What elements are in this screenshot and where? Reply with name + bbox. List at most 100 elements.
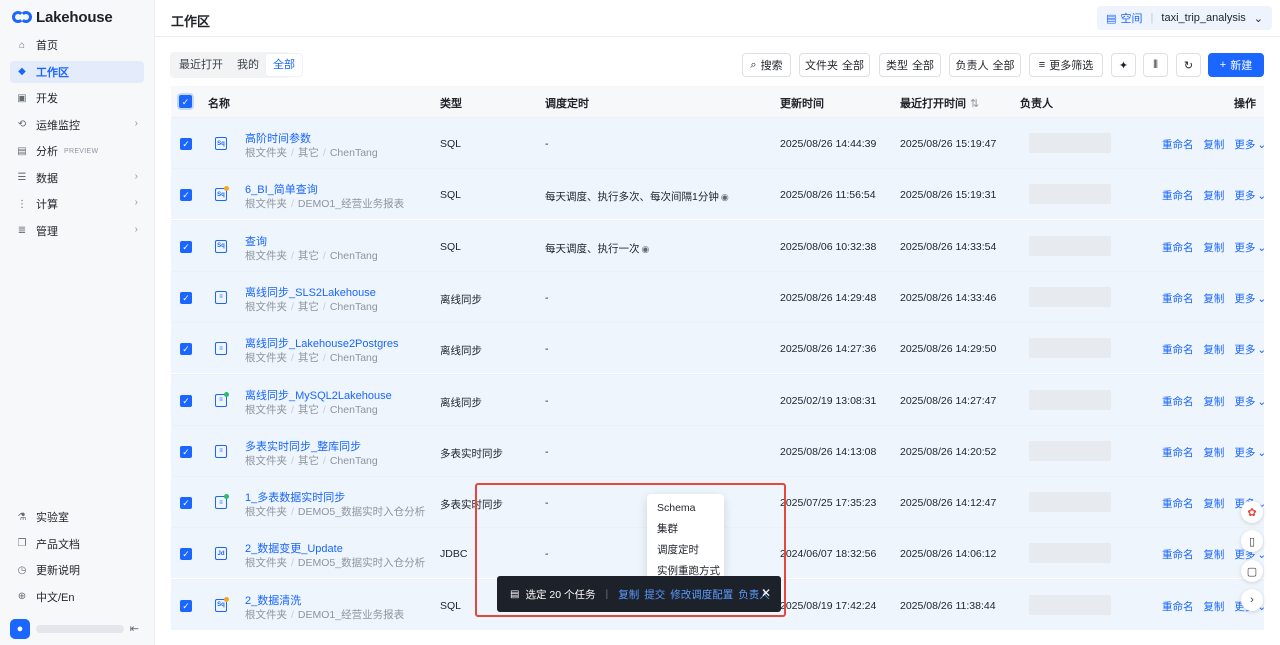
chevron-down-icon[interactable]: ⌄ [1257, 139, 1266, 151]
workspace-selector[interactable]: ▤ 空间 | taxi_trip_analysis ⌄ [1097, 6, 1272, 30]
menu-item-cluster[interactable]: 集群 [647, 519, 724, 540]
copy-link[interactable]: 复制 [1203, 344, 1224, 356]
owner-filter[interactable]: 负责人 全部 [949, 53, 1021, 77]
menu-item-schema[interactable]: Schema [647, 498, 724, 519]
more-link[interactable]: 更多 [1234, 396, 1255, 408]
more-link[interactable]: 更多 [1234, 293, 1255, 305]
rename-link[interactable]: 重命名 [1162, 601, 1194, 613]
rename-link[interactable]: 重命名 [1162, 190, 1194, 202]
task-name-link[interactable]: 查询 [245, 233, 267, 249]
row-checkbox[interactable]: ✓ [180, 599, 192, 612]
sidebar-item-home[interactable]: ⌂ 首页 [10, 34, 144, 56]
table-row[interactable]: ✓ ≡ 离线同步_SLS2Lakehouse 根文件夹 / 其它 / ChenTang … [171, 270, 1266, 322]
row-checkbox[interactable]: ✓ [180, 548, 192, 561]
row-checkbox[interactable]: ✓ [180, 343, 192, 356]
tab-all[interactable]: 全部 [266, 54, 302, 76]
chevron-down-icon[interactable]: ⌄ [1257, 447, 1266, 459]
rename-link[interactable]: 重命名 [1162, 498, 1194, 510]
column-opened[interactable]: 最近打开时间 ⇅ [900, 95, 979, 111]
copy-link[interactable]: 复制 [1203, 601, 1224, 613]
more-link[interactable]: 更多 [1234, 139, 1255, 151]
docs-icon[interactable]: ▯ [1241, 530, 1263, 552]
tab-mine[interactable]: 我的 [230, 54, 266, 76]
row-checkbox[interactable]: ✓ [180, 497, 192, 510]
eye-icon[interactable]: ◉ [721, 192, 729, 202]
expand-panel-icon[interactable]: › [1241, 589, 1263, 611]
rename-link[interactable]: 重命名 [1162, 139, 1194, 151]
table-row[interactable]: ✓ Sq 高阶时间参数 根文件夹 / 其它 / ChenTang SQL - 2025/… [171, 117, 1266, 168]
more-link[interactable]: 更多 [1234, 190, 1255, 202]
avatar[interactable]: ● [10, 619, 30, 639]
rename-link[interactable]: 重命名 [1162, 447, 1194, 459]
eye-icon[interactable]: ◉ [642, 244, 650, 254]
sort-icon[interactable]: ⇅ [970, 98, 979, 110]
sidebar-item-language[interactable]: ⊕ 中文/En [10, 586, 144, 608]
new-button[interactable]: + 新建 [1208, 53, 1264, 77]
copy-link[interactable]: 复制 [1203, 242, 1224, 254]
search-button[interactable]: ⌕ 搜索 [742, 53, 791, 77]
more-link[interactable]: 更多 [1234, 242, 1255, 254]
user-profile[interactable]: ● ⇤ [10, 619, 145, 639]
bulk-edit-schedule-button[interactable]: 修改调度配置 [670, 587, 733, 602]
copy-link[interactable]: 复制 [1203, 190, 1224, 202]
notes-icon[interactable]: ▢ [1241, 560, 1263, 582]
task-name-link[interactable]: 高阶时间参数 [245, 130, 311, 146]
table-row[interactable]: ✓ ≡ 离线同步_Lakehouse2Postgres 根文件夹 / 其它 / Chen… [171, 322, 1266, 374]
chevron-down-icon[interactable]: ⌄ [1257, 190, 1266, 202]
task-name-link[interactable]: 1_多表数据实时同步 [245, 489, 345, 505]
close-icon[interactable]: ✕ [761, 586, 771, 600]
select-all-checkbox[interactable]: ✓ [179, 95, 192, 108]
menu-item-schedule[interactable]: 调度定时 [647, 540, 724, 561]
rename-link[interactable]: 重命名 [1162, 242, 1194, 254]
task-name-link[interactable]: 2_数据变更_Update [245, 540, 343, 556]
copy-link[interactable]: 复制 [1203, 447, 1224, 459]
copy-link[interactable]: 复制 [1203, 139, 1224, 151]
task-name-link[interactable]: 2_数据清洗 [245, 592, 301, 608]
ai-assistant-icon[interactable]: ✿ [1241, 501, 1263, 523]
task-name-link[interactable]: 离线同步_MySQL2Lakehouse [245, 387, 392, 403]
refresh-button[interactable]: ↻ [1176, 53, 1201, 77]
row-checkbox[interactable]: ✓ [180, 394, 192, 407]
collapse-sidebar-icon[interactable]: ⇤ [130, 622, 139, 635]
chevron-down-icon[interactable]: ⌄ [1257, 242, 1266, 254]
app-logo[interactable]: Lakehouse [12, 8, 113, 26]
sidebar-item-compute[interactable]: ⋮ 计算 › [10, 193, 144, 215]
chevron-down-icon[interactable]: ⌄ [1257, 293, 1266, 305]
more-filter-button[interactable]: ≡ 更多筛选 [1029, 53, 1103, 77]
tab-recent[interactable]: 最近打开 [172, 54, 230, 76]
sidebar-item-analysis[interactable]: ▤ 分析 PREVIEW [10, 140, 144, 162]
task-name-link[interactable]: 多表实时同步_整库同步 [245, 438, 361, 454]
row-checkbox[interactable]: ✓ [180, 240, 192, 253]
table-row[interactable]: ✓ Sq 6_BI_简单查询 根文件夹 / DEMO1_经营业务报表 SQL 每天调… [171, 168, 1266, 220]
copy-link[interactable]: 复制 [1203, 396, 1224, 408]
bulk-submit-button[interactable]: 提交 [644, 587, 665, 602]
bulk-copy-button[interactable]: 复制 [618, 587, 639, 602]
table-row[interactable]: ✓ ≡ 多表实时同步_整库同步 根文件夹 / 其它 / ChenTang 多表实时同步 … [171, 424, 1266, 476]
rename-link[interactable]: 重命名 [1162, 344, 1194, 356]
copy-link[interactable]: 复制 [1203, 498, 1224, 510]
row-checkbox[interactable]: ✓ [180, 138, 192, 150]
rename-link[interactable]: 重命名 [1162, 396, 1194, 408]
row-checkbox[interactable]: ✓ [180, 291, 192, 304]
more-link[interactable]: 更多 [1234, 447, 1255, 459]
task-name-link[interactable]: 离线同步_SLS2Lakehouse [245, 284, 376, 300]
rename-link[interactable]: 重命名 [1162, 293, 1194, 305]
task-name-link[interactable]: 6_BI_简单查询 [245, 181, 318, 197]
sidebar-item-lab[interactable]: ⚗ 实验室 [10, 506, 144, 528]
sidebar-item-develop[interactable]: ▣ 开发 [10, 87, 144, 109]
chevron-down-icon[interactable]: ⌄ [1257, 549, 1266, 561]
table-row[interactable]: ✓ ≡ 离线同步_MySQL2Lakehouse 根文件夹 / 其它 / ChenTan… [171, 373, 1266, 425]
chevron-down-icon[interactable]: ⌄ [1257, 344, 1266, 356]
sidebar-item-docs[interactable]: ❐ 产品文档 [10, 533, 144, 555]
sidebar-item-workspace[interactable]: ◆ 工作区 [10, 60, 144, 83]
chevron-down-icon[interactable]: ⌄ [1257, 396, 1266, 408]
table-row[interactable]: ✓ Sq 查询 根文件夹 / 其它 / ChenTang SQL 每天调度、执行一次 ◉ … [171, 219, 1266, 271]
type-filter[interactable]: 类型 全部 [879, 53, 941, 77]
pin-button[interactable]: ✦ [1111, 53, 1136, 77]
folder-filter[interactable]: 文件夹 全部 [799, 53, 870, 77]
sidebar-item-data[interactable]: ☰ 数据 › [10, 167, 144, 189]
row-checkbox[interactable]: ✓ [180, 445, 192, 458]
task-name-link[interactable]: 离线同步_Lakehouse2Postgres [245, 335, 398, 351]
copy-link[interactable]: 复制 [1203, 293, 1224, 305]
columns-button[interactable]: ⦀ [1143, 53, 1168, 77]
